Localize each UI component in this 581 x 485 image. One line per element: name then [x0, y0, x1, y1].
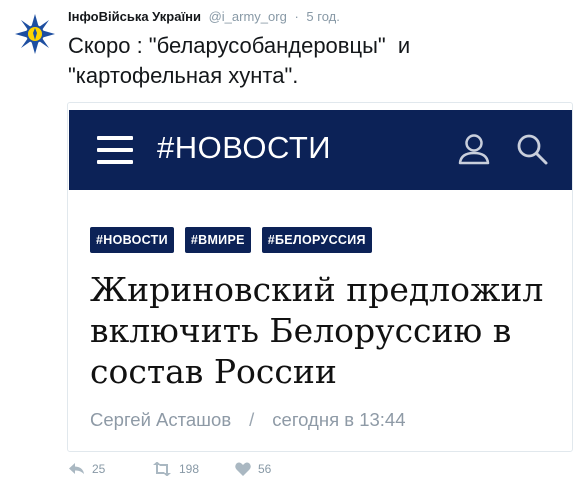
- reply-count: 25: [92, 462, 106, 476]
- tweet-header: ІнфоВійська України @i_army_org · 5 год.: [68, 9, 340, 25]
- tweet-timestamp[interactable]: 5 год.: [306, 9, 339, 24]
- byline-separator: /: [249, 409, 255, 430]
- card-byline: Сергей Асташов / сегодня в 13:44: [90, 409, 406, 431]
- separator-dot: ·: [294, 9, 299, 24]
- retweet-icon: [153, 462, 171, 476]
- reply-button[interactable]: 25: [68, 462, 152, 476]
- card-nav-title: #НОВОСТИ: [157, 130, 332, 165]
- tag-vmire: #ВМИРЕ: [184, 227, 251, 253]
- card-nav-bar: #НОВОСТИ: [69, 110, 572, 190]
- heart-icon: [235, 462, 251, 476]
- tag-belorussiya: #БЕЛОРУССИЯ: [261, 227, 372, 253]
- tag-novosti: #НОВОСТИ: [90, 227, 174, 253]
- like-button[interactable]: 56: [235, 462, 271, 476]
- card-headline: Жириновский предложил включить Белорусси…: [90, 270, 544, 391]
- user-icon: [458, 134, 490, 165]
- author-name[interactable]: ІнфоВійська України: [68, 9, 201, 24]
- author-handle[interactable]: @i_army_org: [209, 9, 287, 24]
- retweet-button[interactable]: 198: [152, 462, 235, 476]
- tweet-actions: 25 198 56: [68, 462, 271, 476]
- shield-emblem-icon: [15, 14, 55, 54]
- link-card[interactable]: #НОВОСТИ #НОВОСТИ #ВМИРЕ #БЕЛОРУССИЯ Жир…: [67, 102, 573, 452]
- article-author: Сергей Асташов: [90, 409, 232, 430]
- tag-list: #НОВОСТИ #ВМИРЕ #БЕЛОРУССИЯ: [90, 227, 372, 253]
- retweet-count: 198: [179, 462, 200, 476]
- tweet-text: Скоро : "беларусобандеровцы" и "картофел…: [68, 33, 411, 88]
- article-date: сегодня в 13:44: [272, 409, 406, 430]
- search-icon: [517, 134, 548, 165]
- reply-icon: [69, 463, 84, 474]
- hamburger-menu-icon: [97, 136, 133, 164]
- like-count: 56: [258, 462, 272, 476]
- avatar[interactable]: [12, 11, 58, 57]
